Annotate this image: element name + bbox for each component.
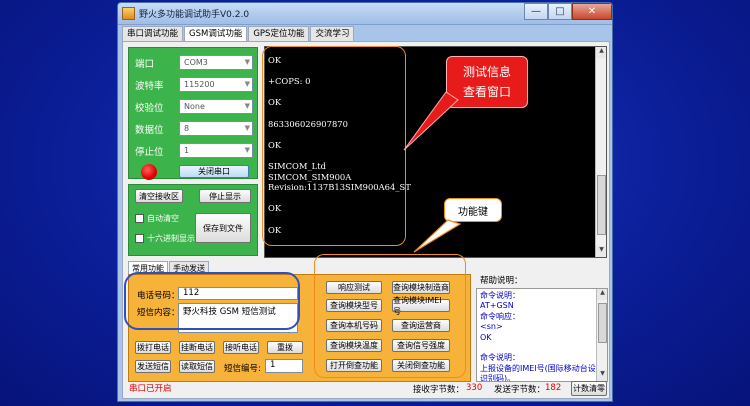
terminal-callout-arrow — [403, 91, 459, 151]
function-keys-callout-arrow — [413, 219, 462, 253]
callout-arrows — [403, 91, 462, 253]
